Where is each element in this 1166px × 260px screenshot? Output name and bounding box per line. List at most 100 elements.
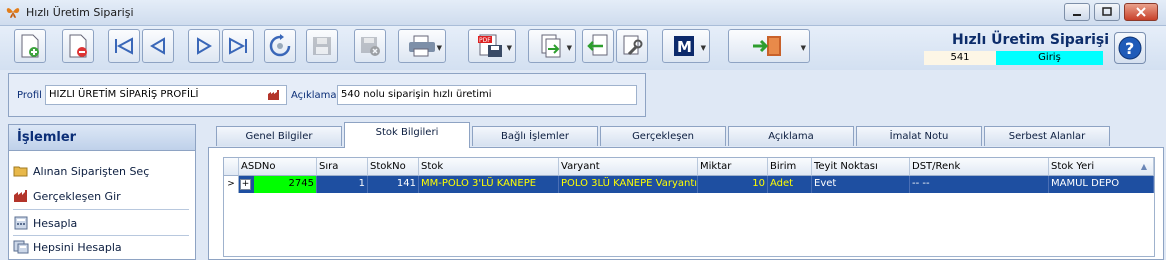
col-header-stokno[interactable]: StokNo xyxy=(368,158,419,176)
first-icon xyxy=(115,37,133,55)
module-button[interactable]: M ▼ xyxy=(662,29,710,63)
op-enter-realized[interactable]: Gerçekleşen Gir xyxy=(13,186,189,206)
tab-stock-info[interactable]: Stok Bilgileri xyxy=(344,122,470,148)
col-header-dst[interactable]: DST/Renk xyxy=(910,158,1049,176)
close-icon xyxy=(1136,7,1146,17)
svg-text:M: M xyxy=(677,38,692,56)
discard-icon xyxy=(361,37,380,56)
maximize-button[interactable] xyxy=(1094,3,1120,21)
cell-stok-yeri[interactable]: MAMUL DEPO xyxy=(1049,176,1154,193)
printer-icon xyxy=(409,35,435,57)
next-record-button[interactable] xyxy=(188,29,220,63)
tab-manufacturing-note[interactable]: İmalat Notu xyxy=(856,126,982,146)
op-calculate[interactable]: Hesapla xyxy=(13,213,189,233)
tab-realized[interactable]: Gerçekleşen xyxy=(600,126,726,146)
col-header-asdno[interactable]: ASDNo xyxy=(239,158,317,176)
pdf-save-icon: PDF xyxy=(478,34,502,57)
cell-teyit[interactable]: Evet xyxy=(812,176,910,193)
cell-miktar[interactable]: 10 xyxy=(698,176,768,193)
export-icon xyxy=(541,34,561,58)
col-header-miktar[interactable]: Miktar xyxy=(698,158,768,176)
profile-label: Profil xyxy=(17,90,42,101)
operations-panel: İşlemler Alınan Siparişten Seç Gerçekleş… xyxy=(8,124,196,260)
col-header-stok[interactable]: Stok xyxy=(419,158,559,176)
previous-icon xyxy=(150,37,165,55)
last-record-button[interactable] xyxy=(222,29,254,63)
row-indicator: > xyxy=(224,176,239,193)
help-icon: ? xyxy=(1118,36,1142,60)
cell-asdno[interactable]: 2745 xyxy=(254,176,317,193)
factory-icon[interactable] xyxy=(267,89,281,101)
tab-linked-operations[interactable]: Bağlı İşlemler xyxy=(472,126,598,146)
help-button[interactable]: ? xyxy=(1114,32,1146,64)
description-label: Açıklama xyxy=(291,90,337,101)
chevron-down-icon: ▼ xyxy=(506,44,512,52)
tab-free-fields[interactable]: Serbest Alanlar xyxy=(984,126,1110,146)
stock-info-panel: ASDNo Sıra StokNo Stok Varyant Miktar Bi… xyxy=(208,147,1164,260)
calculator-icon xyxy=(14,216,28,230)
save-button[interactable] xyxy=(306,29,338,63)
tools-button[interactable] xyxy=(616,29,648,63)
chevron-down-icon: ▼ xyxy=(800,44,806,52)
delete-button[interactable] xyxy=(62,29,94,63)
delete-document-icon xyxy=(69,34,87,58)
refresh-button[interactable] xyxy=(264,29,296,63)
tabs-area: Genel Bilgiler Stok Bilgileri Bağlı İşle… xyxy=(206,120,1166,260)
maximize-icon xyxy=(1102,7,1112,16)
op-select-from-order[interactable]: Alınan Siparişten Seç xyxy=(13,161,189,181)
tab-description[interactable]: Açıklama xyxy=(728,126,854,146)
col-header-stok-yeri[interactable]: Stok Yeri ▲ xyxy=(1049,158,1154,176)
col-header-varyant[interactable]: Varyant xyxy=(559,158,698,176)
exit-door-icon xyxy=(753,36,781,56)
first-record-button[interactable] xyxy=(108,29,140,63)
description-value: 540 nolu siparişin hızlı üretimi xyxy=(341,89,492,100)
title-bar: Hızlı Üretim Siparişi xyxy=(0,0,1166,26)
module-m-icon: M xyxy=(674,36,694,56)
table-row[interactable]: > + 2745 1 141 MM-POLO 3'LÜ KANEPE POLO … xyxy=(224,176,1154,193)
col-header-stok-yeri-label: Stok Yeri xyxy=(1051,161,1095,172)
minimize-button[interactable] xyxy=(1064,3,1090,21)
close-button[interactable] xyxy=(1124,3,1158,21)
cancel-save-button[interactable] xyxy=(354,29,386,63)
previous-record-button[interactable] xyxy=(142,29,174,63)
new-button[interactable] xyxy=(14,29,46,63)
col-header-teyit[interactable]: Teyit Noktası xyxy=(812,158,910,176)
expand-row-button[interactable]: + xyxy=(240,179,251,190)
cell-stokno[interactable]: 141 xyxy=(368,176,419,193)
divider xyxy=(13,209,189,210)
folder-open-icon xyxy=(13,166,28,177)
chevron-down-icon: ▼ xyxy=(436,44,442,52)
cell-dst[interactable]: -- -- xyxy=(910,176,1049,193)
op-calculate-all[interactable]: Hepsini Hesapla xyxy=(13,237,189,257)
cell-varyant[interactable]: POLO 3LÜ KANEPE Varyantı xyxy=(559,176,698,193)
record-code: 541 xyxy=(924,51,996,65)
new-document-icon xyxy=(21,34,39,58)
cell-sira[interactable]: 1 xyxy=(317,176,368,193)
pdf-export-button[interactable]: PDF ▼ xyxy=(468,29,516,63)
import-button[interactable] xyxy=(582,29,614,63)
profile-field[interactable]: HIZLI ÜRETİM SİPARİŞ PROFİLİ xyxy=(45,85,287,105)
factory-icon xyxy=(14,190,27,202)
tab-general-info[interactable]: Genel Bilgiler xyxy=(216,126,342,146)
cell-stok[interactable]: MM-POLO 3'LÜ KANEPE xyxy=(419,176,559,193)
svg-text:PDF: PDF xyxy=(479,37,491,44)
next-icon xyxy=(197,37,212,55)
last-icon xyxy=(229,37,247,55)
save-icon xyxy=(313,37,331,55)
export-button[interactable]: ▼ xyxy=(528,29,576,63)
stock-grid[interactable]: ASDNo Sıra StokNo Stok Varyant Miktar Bi… xyxy=(223,157,1155,257)
exit-button[interactable]: ▼ xyxy=(728,29,810,63)
cell-birim[interactable]: Adet xyxy=(768,176,812,193)
refresh-icon xyxy=(269,34,291,57)
col-header-sira[interactable]: Sıra xyxy=(317,158,368,176)
divider xyxy=(13,235,189,236)
window-title: Hızlı Üretim Siparişi xyxy=(26,6,134,19)
description-input[interactable]: 540 nolu siparişin hızlı üretimi xyxy=(337,85,637,105)
print-button[interactable]: ▼ xyxy=(398,29,446,63)
chevron-down-icon: ▼ xyxy=(700,44,706,52)
svg-text:?: ? xyxy=(1125,39,1134,58)
chevron-down-icon: ▼ xyxy=(566,44,572,52)
profile-panel: Profil HIZLI ÜRETİM SİPARİŞ PROFİLİ Açık… xyxy=(8,73,646,117)
col-header-birim[interactable]: Birim xyxy=(768,158,812,176)
row-indicator-header xyxy=(224,158,239,176)
